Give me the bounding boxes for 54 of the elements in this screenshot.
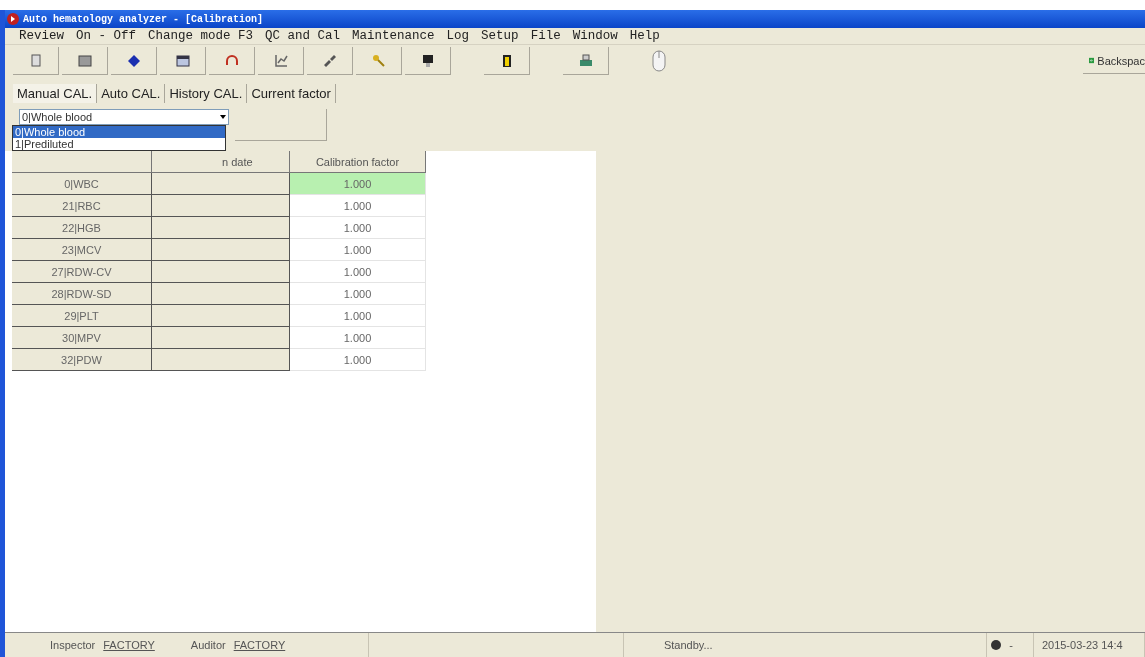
indicator-text: - (1009, 639, 1013, 651)
table-cell: 30|MPV (12, 327, 152, 349)
header-cell: Calibration factor (290, 151, 426, 173)
table-cell[interactable]: 1.000 (290, 327, 426, 349)
menu-item[interactable]: Window (572, 29, 618, 43)
menu-item[interactable]: File (530, 29, 561, 43)
window-title: Auto hematology analyzer - [Calibration] (23, 13, 264, 25)
menu-item[interactable]: On - Off (76, 29, 137, 43)
window-icon (174, 52, 191, 69)
auditor-name: FACTORY (233, 639, 286, 651)
caret-icon (220, 115, 226, 119)
menu-item[interactable]: QC and Cal (265, 29, 341, 43)
toolbar-button[interactable] (160, 47, 206, 75)
datetime: 2015-03-23 14:4 (1041, 639, 1123, 651)
indicator-icon (991, 640, 1002, 650)
toolbar-button[interactable] (405, 47, 451, 75)
table-cell: 27|RDW-CV (12, 261, 152, 283)
table-cell: 29|PLT (12, 305, 152, 327)
table-cell[interactable]: 1.000 (290, 349, 426, 371)
toolbar-button[interactable] (484, 47, 530, 75)
book-icon (76, 52, 93, 69)
menu-item[interactable]: Log (446, 29, 470, 43)
table-cell[interactable]: 1.000 (290, 305, 426, 327)
table-cell[interactable]: 1.000 (290, 195, 426, 217)
auditor-label: Auditor (190, 639, 226, 651)
menu-item[interactable]: Setup (481, 29, 519, 43)
inspector-label: Inspector (50, 639, 96, 651)
table-cell[interactable]: 1.000 (290, 283, 426, 305)
table-cell: 28|RDW-SD (12, 283, 152, 305)
inspector-name: FACTORY (103, 639, 155, 651)
table-cell: 0|WBC (12, 173, 152, 195)
status-text: Standby... (663, 639, 713, 651)
mode-dropdown[interactable]: 0|Whole blood (19, 109, 229, 125)
table-cell: 32|PDW (12, 349, 152, 371)
app-icon (7, 13, 19, 25)
menu-item[interactable]: Review (19, 29, 64, 43)
menu-item[interactable]: Change mode F3 (148, 29, 254, 43)
table-cell: 22|HGB (12, 217, 152, 239)
toolbar-button[interactable] (111, 47, 157, 75)
printer-icon (577, 52, 594, 69)
menu-item[interactable]: Maintenance (352, 29, 435, 43)
mouse-icon[interactable] (652, 50, 666, 72)
tab[interactable]: Manual CAL. (13, 84, 98, 103)
table-cell: 23|MCV (12, 239, 152, 261)
table-cell: 21|RBC (12, 195, 152, 217)
table-cell[interactable]: 1.000 (290, 173, 426, 195)
chart-icon (272, 52, 289, 69)
key-icon (370, 52, 387, 69)
menu-item[interactable]: Help (629, 29, 660, 43)
table-cell[interactable]: 1.000 (290, 261, 426, 283)
table-cell[interactable]: 1.000 (290, 239, 426, 261)
dropdown-option[interactable]: 0|Whole blood (13, 126, 225, 138)
table-cell[interactable]: 1.000 (290, 217, 426, 239)
header-cell: n date (152, 151, 290, 173)
